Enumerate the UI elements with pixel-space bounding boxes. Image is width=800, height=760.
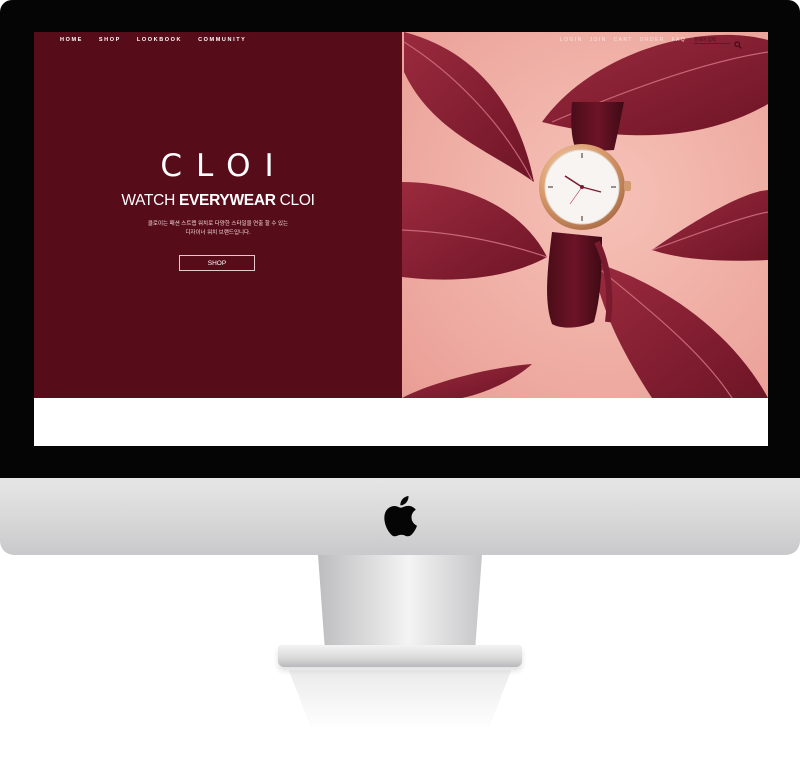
watch-leaves-photo — [402, 32, 768, 398]
tagline-part-2: CLOI — [275, 192, 315, 209]
content-area — [34, 398, 768, 446]
nav-shop[interactable]: SHOP — [99, 37, 121, 43]
nav-order[interactable]: ORDER — [640, 37, 665, 43]
hero-product-image: LOGIN JOIN CART ORDER FAQ — [402, 32, 768, 398]
browser-screen: HOME SHOP LOOKBOOK COMMUNITY CLOI WATCH … — [34, 32, 768, 446]
hero-tagline: WATCH EVERYWEAR CLOI — [34, 192, 402, 210]
main-nav: HOME SHOP LOOKBOOK COMMUNITY — [60, 37, 262, 43]
hero-description: 클로이는 패션 스트랩 워치로 다양한 스타일을 연출 할 수 있는 디자이너 … — [34, 220, 402, 238]
stand-reflection — [288, 670, 512, 730]
nav-join[interactable]: JOIN — [590, 37, 607, 43]
desc-line-1: 클로이는 패션 스트랩 워치로 다양한 스타일을 연출 할 수 있는 — [147, 221, 289, 227]
utility-nav: LOGIN JOIN CART ORDER FAQ — [553, 36, 742, 49]
shop-button[interactable]: SHOP — [179, 255, 255, 271]
tagline-bold: EVERYWEAR — [178, 192, 276, 209]
brand-logo: CLOI — [160, 148, 288, 184]
nav-home[interactable]: HOME — [60, 37, 83, 43]
tagline-part-1: WATCH — [121, 192, 179, 209]
monitor-stand — [318, 555, 482, 645]
monitor-stand-base — [278, 645, 522, 667]
nav-cart[interactable]: CART — [614, 37, 633, 43]
search-icon[interactable] — [734, 36, 742, 49]
nav-lookbook[interactable]: LOOKBOOK — [137, 37, 182, 43]
hero-brand-panel: HOME SHOP LOOKBOOK COMMUNITY CLOI WATCH … — [34, 32, 402, 398]
nav-login[interactable]: LOGIN — [560, 37, 583, 43]
desc-line-2: 디자이너 워치 브랜드입니다. — [185, 230, 251, 236]
hero-section: HOME SHOP LOOKBOOK COMMUNITY CLOI WATCH … — [34, 32, 768, 398]
nav-faq[interactable]: FAQ — [672, 37, 686, 43]
nav-community[interactable]: COMMUNITY — [198, 37, 246, 43]
apple-logo-icon — [384, 496, 417, 537]
search-input[interactable] — [694, 36, 730, 44]
